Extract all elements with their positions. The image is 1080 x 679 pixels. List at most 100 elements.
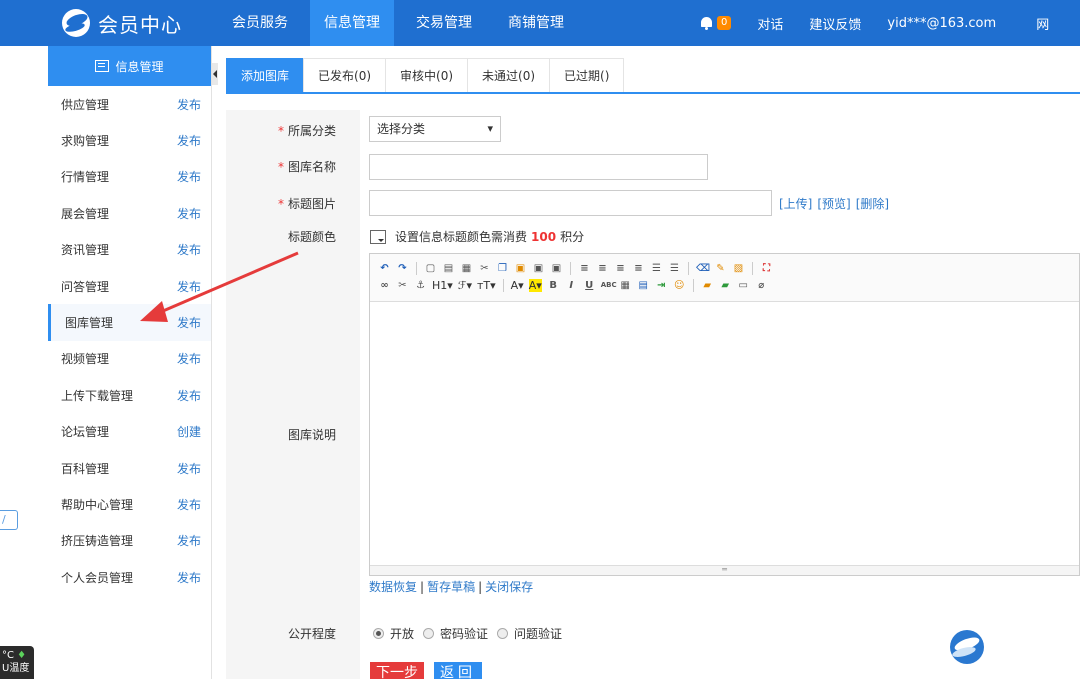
sidebar-item-action[interactable]: 发布 [177, 278, 201, 295]
radio-password-label[interactable]: 密码验证 [440, 625, 488, 642]
font-family-dropdown[interactable]: ℱ▾ [458, 279, 472, 292]
back-button[interactable]: 返回 [434, 662, 482, 679]
print-icon[interactable]: ▤ [442, 262, 455, 275]
justify-icon[interactable]: ≡ [632, 262, 645, 275]
logo[interactable]: 会员中心 [62, 8, 182, 38]
radio-open-label[interactable]: 开放 [390, 625, 414, 642]
nav-trade-management[interactable]: 交易管理 [402, 0, 486, 46]
gallery-name-input[interactable] [369, 154, 708, 180]
sidebar-item-forum[interactable]: 论坛管理 创建 [48, 414, 211, 450]
sidebar-item-action[interactable]: 发布 [177, 496, 201, 513]
anchor-icon[interactable]: ⚓ [414, 279, 427, 292]
bold-icon[interactable]: B [547, 279, 560, 292]
undo-icon[interactable]: ↶ [378, 262, 391, 275]
feedback-link[interactable]: 建议反馈 [809, 14, 861, 33]
paste-icon[interactable]: ▣ [514, 262, 527, 275]
ordered-list-icon[interactable]: ☰ [650, 262, 663, 275]
sidebar-item-label[interactable]: 视频管理 [61, 350, 109, 367]
sidebar-item-label[interactable]: 求购管理 [61, 132, 109, 149]
sidebar-item-label[interactable]: 供应管理 [61, 96, 109, 113]
preview-icon[interactable]: ▢ [424, 262, 437, 275]
sidebar-item-video[interactable]: 视频管理 发布 [48, 341, 211, 377]
align-center-icon[interactable]: ≡ [596, 262, 609, 275]
sidebar-item-action[interactable]: 发布 [177, 569, 201, 586]
sidebar-item-action[interactable]: 发布 [177, 314, 201, 331]
sidebar-item-label[interactable]: 帮助中心管理 [61, 496, 133, 513]
close-save-link[interactable]: 关闭保存 [485, 580, 533, 594]
sidebar-item-label[interactable]: 个人会员管理 [61, 569, 133, 586]
sidebar-item-label[interactable]: 行情管理 [61, 168, 109, 185]
select-all-icon[interactable]: ▧ [732, 262, 745, 275]
sidebar-item-action[interactable]: 发布 [177, 96, 201, 113]
tab-published[interactable]: 已发布(0) [303, 58, 387, 92]
paste-text-icon[interactable]: ▣ [532, 262, 545, 275]
sidebar-item-action[interactable]: 发布 [177, 241, 201, 258]
sidebar-item-market[interactable]: 行情管理 发布 [48, 159, 211, 195]
chat-link[interactable]: 对话 [757, 14, 783, 33]
sidebar-item-supply[interactable]: 供应管理 发布 [48, 86, 211, 122]
sidebar-item-action[interactable]: 发布 [177, 350, 201, 367]
sidebar-item-label[interactable]: 资讯管理 [61, 241, 109, 258]
sidebar-item-gallery[interactable]: 图库管理 发布 [48, 304, 211, 341]
tab-expired[interactable]: 已过期() [549, 58, 625, 92]
next-step-button[interactable]: 下一步 [370, 662, 424, 679]
category-select[interactable]: 选择分类 [369, 116, 501, 142]
sidebar-item-qa[interactable]: 问答管理 发布 [48, 268, 211, 304]
radio-question-label[interactable]: 问题验证 [514, 625, 562, 642]
clear-format-icon[interactable]: ⌫ [696, 262, 710, 275]
sidebar-item-exhibition[interactable]: 展会管理 发布 [48, 195, 211, 231]
sidebar-item-action[interactable]: 发布 [177, 532, 201, 549]
align-left-icon[interactable]: ≡ [578, 262, 591, 275]
sidebar-item-action[interactable]: 发布 [177, 168, 201, 185]
link-icon[interactable]: ∞ [378, 279, 391, 292]
restore-data-link[interactable]: 数据恢复 [369, 580, 417, 594]
align-right-icon[interactable]: ≡ [614, 262, 627, 275]
sidebar-item-wiki[interactable]: 百科管理 发布 [48, 450, 211, 486]
special-char-icon[interactable]: ⇥ [655, 279, 668, 292]
delete-link[interactable]: [删除] [856, 195, 889, 212]
sidebar-item-action[interactable]: 发布 [177, 205, 201, 222]
italic-icon[interactable]: I [565, 279, 578, 292]
media-icon[interactable]: ▭ [737, 279, 750, 292]
attachment-icon[interactable]: ⌀ [755, 279, 768, 292]
sidebar-item-label[interactable]: 展会管理 [61, 205, 109, 222]
sidebar-item-label[interactable]: 上传下载管理 [61, 387, 133, 404]
tab-under-review[interactable]: 审核中(0) [385, 58, 469, 92]
redo-icon[interactable]: ↷ [396, 262, 409, 275]
sidebar-item-squeeze-casting[interactable]: 挤压铸造管理 发布 [48, 523, 211, 559]
radio-open[interactable] [373, 628, 384, 639]
editor-resize-handle[interactable]: ═ [370, 565, 1079, 575]
radio-password[interactable] [423, 628, 435, 639]
sidebar-item-action[interactable]: 发布 [177, 132, 201, 149]
format-brush-icon[interactable]: ✎ [714, 262, 727, 275]
edge-toggle-button[interactable]: / [0, 510, 18, 530]
emoticon-icon[interactable]: ☺ [673, 279, 686, 292]
strikethrough-icon[interactable]: ABC [601, 279, 617, 292]
template-icon[interactable]: ▦ [460, 262, 473, 275]
copy-icon[interactable]: ❐ [496, 262, 509, 275]
notification-badge[interactable]: 0 [717, 16, 732, 30]
flash-icon[interactable]: ▰ [719, 279, 732, 292]
fullscreen-icon[interactable]: ⛶ [760, 262, 773, 275]
underline-icon[interactable]: U [583, 279, 596, 292]
font-size-dropdown[interactable]: ᴛT▾ [477, 279, 496, 292]
editor-content-area[interactable] [370, 302, 1079, 564]
upload-link[interactable]: [上传] [779, 195, 812, 212]
bell-icon[interactable] [700, 16, 713, 30]
tab-rejected[interactable]: 未通过(0) [467, 58, 551, 92]
sidebar-item-label[interactable]: 论坛管理 [61, 423, 109, 440]
unordered-list-icon[interactable]: ☰ [668, 262, 681, 275]
color-picker-icon[interactable] [370, 229, 386, 244]
sidebar-item-label[interactable]: 百科管理 [61, 460, 109, 477]
highlight-color-dropdown[interactable]: A▾ [528, 279, 542, 292]
sidebar-item-help[interactable]: 帮助中心管理 发布 [48, 486, 211, 522]
title-image-input[interactable] [369, 190, 772, 216]
cut-icon[interactable]: ✂ [478, 262, 491, 275]
sidebar-item-personal-member[interactable]: 个人会员管理 发布 [48, 559, 211, 595]
table-icon[interactable]: ▦ [619, 279, 632, 292]
sidebar-item-purchase[interactable]: 求购管理 发布 [48, 122, 211, 158]
heading-dropdown[interactable]: H1▾ [432, 279, 453, 292]
paste-word-icon[interactable]: ▣ [550, 262, 563, 275]
sidebar-item-label[interactable]: 挤压铸造管理 [61, 532, 133, 549]
unlink-icon[interactable]: ✂ [396, 279, 409, 292]
